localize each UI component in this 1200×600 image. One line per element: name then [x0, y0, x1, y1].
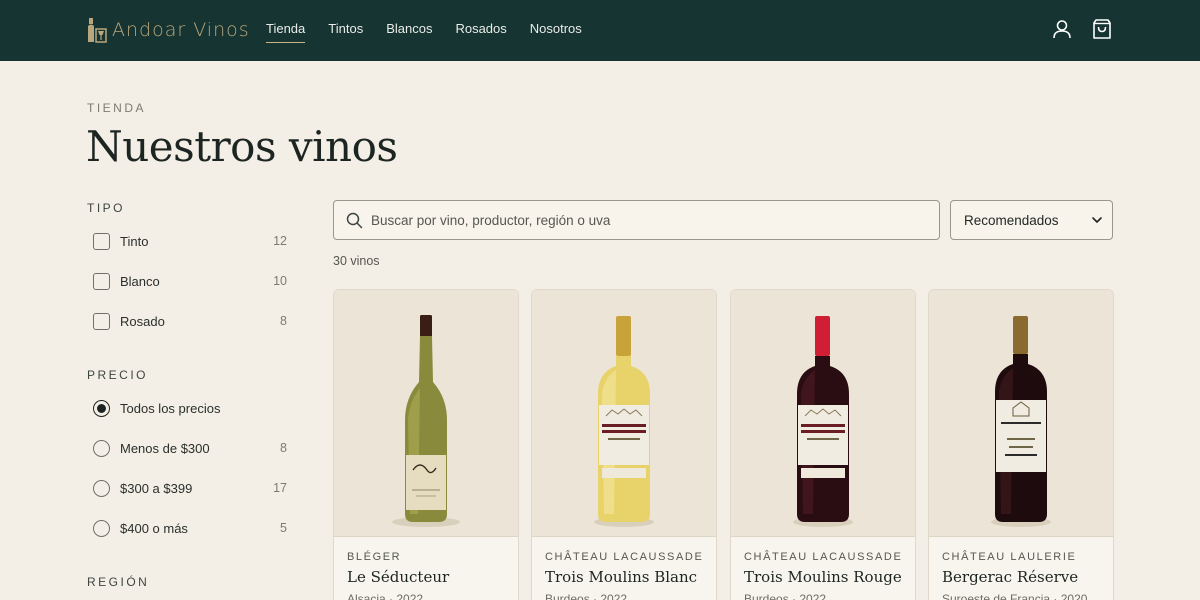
- wine-bottle-image: [793, 316, 853, 527]
- product-name[interactable]: Trois Moulins Blanc: [545, 568, 697, 586]
- chevron-down-icon: [1092, 216, 1102, 223]
- filter-label: Rosado: [120, 313, 165, 329]
- filter-label: Blanco: [120, 273, 160, 289]
- nav-item-nosotros[interactable]: Nosotros: [530, 21, 582, 43]
- filter-count: 5: [280, 521, 287, 535]
- sort-selected-value: Recomendados: [964, 212, 1059, 228]
- product-producer: CHÂTEAU LACAUSSADE: [545, 551, 704, 563]
- nav-item-rosados[interactable]: Rosados: [455, 21, 506, 43]
- filter-label: $400 o más: [120, 520, 188, 536]
- filter-label: Tinto: [120, 233, 149, 249]
- filter-heading-tipo: TIPO: [87, 201, 126, 215]
- product-image: [929, 290, 1113, 537]
- filter-heading-region: REGIÓN: [87, 575, 150, 589]
- radio[interactable]: [93, 519, 110, 537]
- filter-heading-precio: PRECIO: [87, 368, 149, 382]
- checkbox[interactable]: [93, 312, 110, 330]
- product-name[interactable]: Bergerac Réserve: [942, 568, 1078, 586]
- product-image: [731, 290, 915, 537]
- filter-option-todos-los-precios[interactable]: Todos los precios: [93, 399, 287, 417]
- product-producer: CHÂTEAU LAULERIE: [942, 551, 1077, 563]
- shopping-bag-icon[interactable]: [1091, 18, 1113, 40]
- product-image: [532, 290, 716, 537]
- product-origin: Alsacia · 2022: [347, 592, 424, 600]
- wine-bottle-logo-icon: [88, 18, 107, 43]
- page-title: Nuestros vinos: [86, 122, 398, 171]
- search-input[interactable]: [371, 212, 911, 228]
- product-name[interactable]: Trois Moulins Rouge: [744, 568, 902, 586]
- filter-label: Todos los precios: [120, 400, 221, 416]
- product-origin: Burdeos · 2022: [744, 592, 827, 600]
- user-icon[interactable]: [1051, 18, 1073, 40]
- brand-logo-link[interactable]: Andoar Vinos: [86, 16, 250, 44]
- brand-name: Andoar Vinos: [112, 19, 250, 41]
- filter-count: 17: [273, 481, 287, 495]
- result-count: 30 vinos: [333, 254, 380, 268]
- product-card[interactable]: CHÂTEAU LAULERIE Bergerac Réserve Suroes…: [928, 289, 1114, 600]
- product-card[interactable]: BLÉGER Le Séducteur Alsacia · 2022: [333, 289, 519, 600]
- filter-option-300-a-399[interactable]: $300 a $399 17: [93, 479, 287, 497]
- product-origin: Burdeos · 2022: [545, 592, 628, 600]
- nav-item-tintos[interactable]: Tintos: [328, 21, 363, 43]
- wine-bottle-image: [392, 315, 460, 527]
- search-box: [333, 200, 940, 240]
- radio-selected[interactable]: [93, 399, 110, 417]
- wine-bottle-image: [991, 316, 1051, 527]
- filter-count: 8: [280, 314, 287, 328]
- filter-option-tinto[interactable]: Tinto 12: [93, 232, 287, 250]
- nav-item-blancos[interactable]: Blancos: [386, 21, 432, 43]
- product-card[interactable]: CHÂTEAU LACAUSSADE Trois Moulins Rouge B…: [730, 289, 916, 600]
- filter-count: 12: [273, 234, 287, 248]
- filter-option-rosado[interactable]: Rosado 8: [93, 312, 287, 330]
- page-eyebrow: TIENDA: [87, 101, 147, 115]
- product-card[interactable]: CHÂTEAU LACAUSSADE Trois Moulins Blanc B…: [531, 289, 717, 600]
- radio[interactable]: [93, 479, 110, 497]
- filter-option-blanco[interactable]: Blanco 10: [93, 272, 287, 290]
- main-nav: Tienda Tintos Blancos Rosados Nosotros: [266, 21, 605, 43]
- product-producer: CHÂTEAU LACAUSSADE: [744, 551, 903, 563]
- filter-label: $300 a $399: [120, 480, 193, 496]
- product-image: [334, 290, 518, 537]
- sort-select[interactable]: Recomendados: [950, 200, 1113, 240]
- checkbox[interactable]: [93, 272, 110, 290]
- product-name[interactable]: Le Séducteur: [347, 568, 449, 586]
- product-producer: BLÉGER: [347, 551, 402, 563]
- filter-option-menos-de-300[interactable]: Menos de $300 8: [93, 439, 287, 457]
- radio[interactable]: [93, 439, 110, 457]
- site-header: Andoar Vinos Tienda Tintos Blancos Rosad…: [0, 0, 1200, 61]
- filter-count: 10: [273, 274, 287, 288]
- checkbox[interactable]: [93, 232, 110, 250]
- filter-label: Menos de $300: [120, 440, 210, 456]
- filter-count: 8: [280, 441, 287, 455]
- nav-item-tienda[interactable]: Tienda: [266, 21, 306, 43]
- product-origin: Suroeste de Francia · 2020: [942, 592, 1088, 600]
- wine-bottle-image: [594, 316, 654, 527]
- search-icon: [346, 212, 363, 228]
- filter-option-400-o-mas[interactable]: $400 o más 5: [93, 519, 287, 537]
